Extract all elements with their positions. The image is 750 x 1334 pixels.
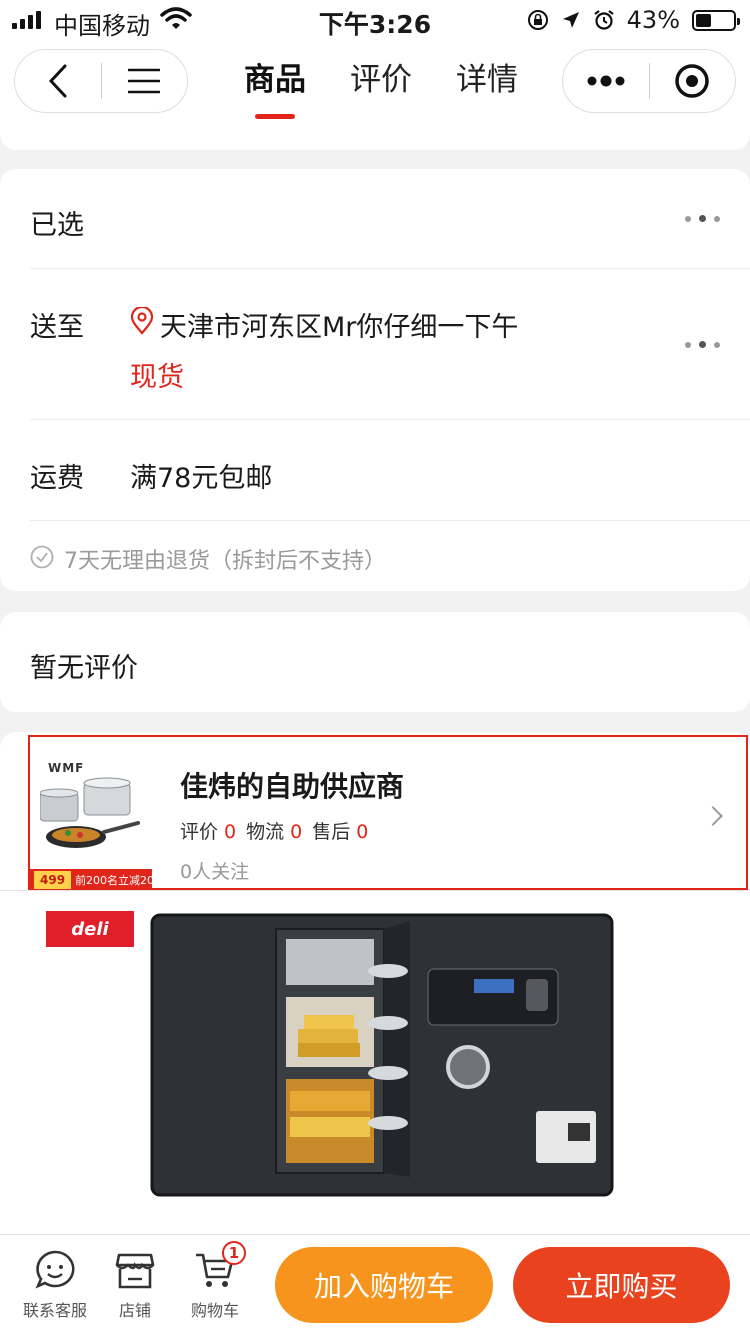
- back-arrow-icon: [48, 64, 67, 98]
- add-to-cart-button[interactable]: 加入购物车: [275, 1247, 493, 1323]
- battery-level: [696, 13, 712, 27]
- customer-service-label: 联系客服: [22, 1301, 87, 1320]
- bottom-action-bar: 联系客服 店铺 购物车 1 加入购物车 立即购买: [0, 1234, 750, 1334]
- nav-capsule-right: [562, 49, 736, 113]
- alarm-icon: [593, 10, 614, 30]
- wmf-logo: WMF: [48, 761, 85, 775]
- page-tabs: 商品 评价 详情: [238, 54, 524, 119]
- back-button[interactable]: [15, 50, 101, 112]
- more-dots-icon: [685, 215, 720, 222]
- buy-now-button[interactable]: 立即购买: [513, 1247, 730, 1323]
- safe-product-image: [150, 913, 614, 1197]
- menu-button[interactable]: [102, 50, 188, 112]
- more-dots-icon: [685, 341, 720, 348]
- return-policy-row: 7天无理由退货（拆封后不支持）: [30, 521, 750, 591]
- cart-count-badge: 1: [222, 1241, 246, 1265]
- selected-row[interactable]: 已选: [30, 169, 750, 269]
- nav-bar: 商品 评价 详情: [0, 42, 750, 130]
- shop-card[interactable]: WMF 499 前200名立减200 佳炜的自助供应商 评价 0 物流 0 售后 0 …: [28, 735, 748, 891]
- more-button[interactable]: [563, 50, 649, 112]
- shop-scores: 评价 0 物流 0 售后 0: [180, 817, 368, 844]
- store-button[interactable]: 店铺: [95, 1249, 175, 1321]
- deli-logo: deli: [46, 911, 134, 947]
- options-card: 已选 送至 天津市河东区Mr你仔细一下午 现货 运费 满78元包邮 7天无理由退…: [0, 169, 750, 591]
- top-card-edge: [0, 130, 750, 150]
- more-dots-icon: [587, 75, 625, 87]
- shipping-fee-value: 满78元包邮: [130, 463, 273, 494]
- check-circle-icon: [30, 545, 54, 569]
- battery-icon: [692, 9, 740, 31]
- no-reviews-text: 暂无评价: [30, 653, 138, 684]
- nav-capsule-left: [14, 49, 188, 113]
- score-logistics: 物流 0: [246, 821, 303, 843]
- store-icon: [115, 1253, 155, 1289]
- cart-label: 购物车: [190, 1301, 239, 1320]
- chat-smile-icon: [35, 1250, 75, 1289]
- status-bar: 中国移动 下午3:26 43%: [0, 0, 750, 42]
- cookware-image: [40, 777, 140, 848]
- store-label: 店铺: [118, 1301, 151, 1320]
- return-policy-text: 7天无理由退货（拆封后不支持）: [64, 549, 386, 574]
- tab-product[interactable]: 商品: [238, 54, 312, 119]
- location-pin-icon: [130, 307, 154, 335]
- close-miniprogram-button[interactable]: [650, 50, 736, 112]
- battery-percent: 43%: [626, 6, 680, 34]
- ship-address: 天津市河东区Mr你仔细一下午: [160, 312, 519, 343]
- score-aftersales: 售后 0: [312, 821, 369, 843]
- tab-details[interactable]: 详情: [450, 54, 524, 99]
- chevron-right-icon: [703, 806, 723, 826]
- tab-reviews[interactable]: 评价: [344, 54, 418, 99]
- ship-to-label: 送至: [30, 312, 84, 343]
- ship-to-row[interactable]: 送至 天津市河东区Mr你仔细一下午 现货: [30, 269, 750, 420]
- shop-name: 佳炜的自助供应商: [180, 770, 405, 803]
- shop-followers: 0人关注: [180, 861, 250, 883]
- promo-price: 499: [34, 871, 72, 889]
- shipping-fee-row: 运费 满78元包邮: [30, 420, 750, 521]
- selected-label: 已选: [30, 210, 84, 241]
- orientation-lock-icon: [527, 10, 548, 30]
- product-image-area[interactable]: deli: [0, 890, 750, 1234]
- target-close-icon: [675, 64, 709, 98]
- location-icon: [562, 12, 579, 28]
- score-reviews: 评价 0: [180, 821, 237, 843]
- customer-service-button[interactable]: 联系客服: [15, 1249, 95, 1321]
- promo-text: 前200名立减200: [75, 874, 162, 887]
- shipping-fee-label: 运费: [30, 463, 84, 494]
- shop-thumbnail: WMF 499 前200名立减200: [30, 747, 161, 891]
- reviews-card: 暂无评价: [0, 612, 750, 712]
- hamburger-menu-icon: [128, 68, 161, 94]
- promo-banner: 499 前200名立减200: [30, 869, 161, 891]
- stock-status: 现货: [130, 362, 184, 393]
